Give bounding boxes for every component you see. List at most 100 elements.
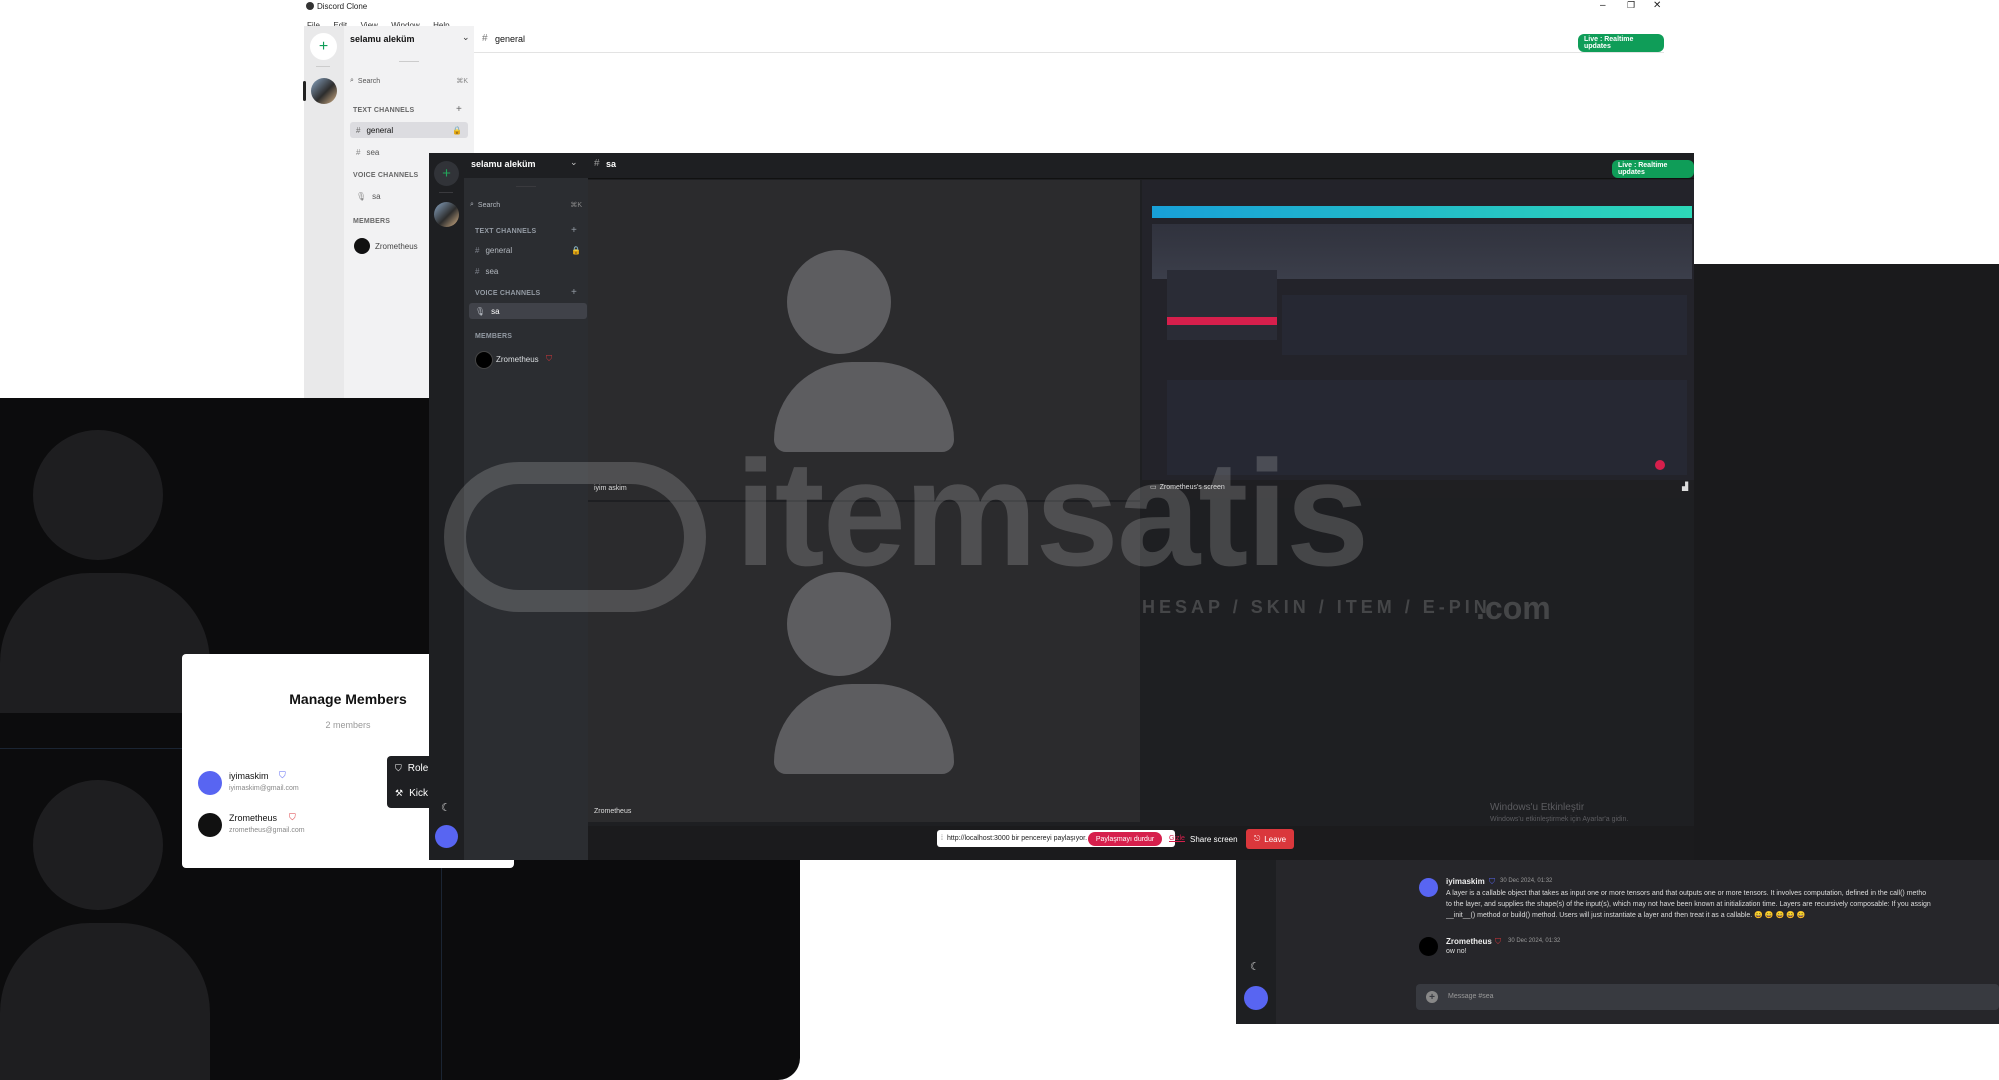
user-avatar[interactable]	[1244, 986, 1268, 1010]
search-icon: ⌕	[350, 77, 354, 84]
message-line: to the layer, and supplies the shape(s) …	[1446, 901, 1931, 908]
shared-screen-stats	[1282, 295, 1687, 355]
search-label: Search	[357, 77, 381, 85]
live-badge: Live : Realtime updates	[1612, 160, 1694, 178]
hash-icon: #	[482, 33, 488, 44]
maximize-icon[interactable]: ❐	[1627, 0, 1635, 11]
call-controls-bar: ⁞ http://localhost:3000 bir pencereyi pa…	[588, 826, 1694, 860]
menu-item-label: Kick	[409, 788, 428, 799]
admin-badge-icon: ⛉	[1489, 877, 1495, 886]
member-avatar	[475, 351, 493, 369]
member-name[interactable]: Zrometheus	[375, 242, 418, 251]
channel-label: general	[485, 245, 513, 255]
shared-screen-button	[1167, 317, 1277, 325]
minimize-icon[interactable]: –	[1600, 0, 1606, 11]
chevron-down-icon[interactable]: ⌄	[462, 32, 470, 43]
text-channels-header: TEXT CHANNELS	[475, 228, 537, 235]
add-text-channel-icon[interactable]: +	[571, 225, 577, 236]
theme-toggle-icon[interactable]: ☾	[1250, 960, 1260, 973]
hash-icon: #	[356, 147, 361, 157]
member-avatar	[198, 771, 222, 795]
chevron-down-icon[interactable]: ⌄	[570, 157, 578, 168]
add-server-icon[interactable]: +	[310, 33, 337, 60]
watermark-logo-icon	[444, 462, 706, 612]
add-server-icon[interactable]: +	[434, 161, 459, 186]
server-avatar[interactable]	[311, 78, 337, 104]
member-email: iyimaskim@gmail.com	[229, 785, 299, 792]
search-button[interactable]: ⌕ Search ⌘K	[470, 198, 582, 212]
user-avatar[interactable]	[435, 825, 458, 848]
voice-channels-header: VOICE CHANNELS	[475, 290, 541, 297]
message-time: 30 Dec 2024, 01:32	[1500, 878, 1553, 884]
moderator-shield-icon: ⛉	[279, 770, 286, 780]
divider	[399, 61, 419, 62]
server-name[interactable]: selamu aleküm	[350, 34, 415, 44]
share-screen-button[interactable]: Share screen	[1190, 835, 1238, 844]
gavel-icon: ⚒	[395, 788, 404, 798]
menu-item-kick[interactable]: ⚒ Kick	[395, 788, 428, 799]
close-icon[interactable]: ✕	[1653, 0, 1661, 11]
drag-handle-icon[interactable]: ⁞	[941, 835, 943, 842]
leave-button[interactable]: ⎋ Leave	[1246, 829, 1294, 849]
voice-channel-sa[interactable]: 🎙 sa	[469, 303, 587, 319]
active-server-indicator	[303, 81, 306, 101]
channel-sea[interactable]: # sea	[469, 263, 587, 279]
microphone-icon: 🎙	[356, 191, 367, 201]
channel-general[interactable]: # general 🔒	[469, 242, 587, 258]
channel-label: general	[366, 125, 394, 135]
add-voice-channel-icon[interactable]: +	[571, 287, 577, 298]
channel-label: sea	[485, 266, 499, 276]
search-icon: ⌕	[470, 201, 474, 208]
hash-icon: #	[475, 266, 480, 276]
menu-item-label: Role	[407, 763, 429, 774]
member-avatar	[354, 238, 370, 254]
app-logo-icon	[306, 2, 314, 10]
message-line: A layer is a callable object that takes …	[1446, 890, 1927, 897]
channel-title: sa	[606, 159, 617, 169]
shared-screen-fab	[1655, 460, 1665, 470]
shield-question-icon: ⛉	[395, 763, 402, 773]
message-line: __init__() method or build() method. Use…	[1446, 912, 1806, 919]
title-bar: Discord Clone – ❐ ✕	[0, 0, 1680, 13]
member-name: Zrometheus	[229, 813, 278, 823]
text-channels-header: TEXT CHANNELS	[353, 107, 415, 114]
signal-icon: ▟	[1682, 482, 1689, 491]
message-avatar	[1419, 937, 1438, 956]
server-avatar[interactable]	[434, 202, 459, 227]
message-author[interactable]: Zrometheus	[1446, 937, 1492, 946]
add-text-channel-icon[interactable]: +	[456, 104, 462, 115]
message-avatar	[1419, 878, 1438, 897]
channel-general[interactable]: # general 🔒	[350, 122, 468, 138]
search-shortcut: ⌘K	[456, 78, 468, 85]
search-button[interactable]: ⌕ Search ⌘K	[350, 74, 468, 88]
participant-silhouette-head	[33, 780, 163, 910]
hash-icon: #	[594, 158, 600, 169]
search-shortcut: ⌘K	[570, 202, 582, 209]
chat-panel: iyimaskim ⛉ 30 Dec 2024, 01:32 A layer i…	[1276, 860, 1999, 1024]
shared-screen-profile-card	[1167, 270, 1277, 340]
participant-silhouette-body	[0, 573, 210, 713]
divider	[316, 66, 330, 67]
member-name[interactable]: Zrometheus	[496, 355, 539, 364]
right-server-column: ☾	[1236, 860, 1276, 1024]
message-input[interactable]: + Message #sea	[1416, 984, 1999, 1010]
server-name[interactable]: selamu aleküm	[471, 159, 536, 169]
member-email: zrometheus@gmail.com	[229, 827, 305, 834]
light-server-list: +	[303, 26, 344, 398]
channel-label: sa	[491, 306, 500, 316]
message-text: ow no!	[1446, 948, 1467, 955]
stop-sharing-button[interactable]: Paylaşmayı durdur	[1088, 832, 1162, 846]
channel-label: sea	[366, 147, 380, 157]
hide-link[interactable]: Gizle	[1169, 835, 1185, 842]
window-title: Discord Clone	[317, 2, 368, 11]
admin-shield-icon: ⛉	[546, 354, 552, 363]
add-attachment-icon[interactable]: +	[1426, 991, 1438, 1003]
activation-title: Windows'u Etkinleştir	[1490, 802, 1585, 813]
channel-label: sa	[372, 191, 381, 201]
member-avatar	[198, 813, 222, 837]
members-header: MEMBERS	[475, 333, 513, 340]
menu-item-role[interactable]: ⛉ Role	[395, 763, 428, 774]
message-author[interactable]: iyimaskim	[1446, 877, 1485, 886]
theme-toggle-icon[interactable]: ☾	[441, 801, 451, 814]
hash-icon: #	[475, 245, 480, 255]
